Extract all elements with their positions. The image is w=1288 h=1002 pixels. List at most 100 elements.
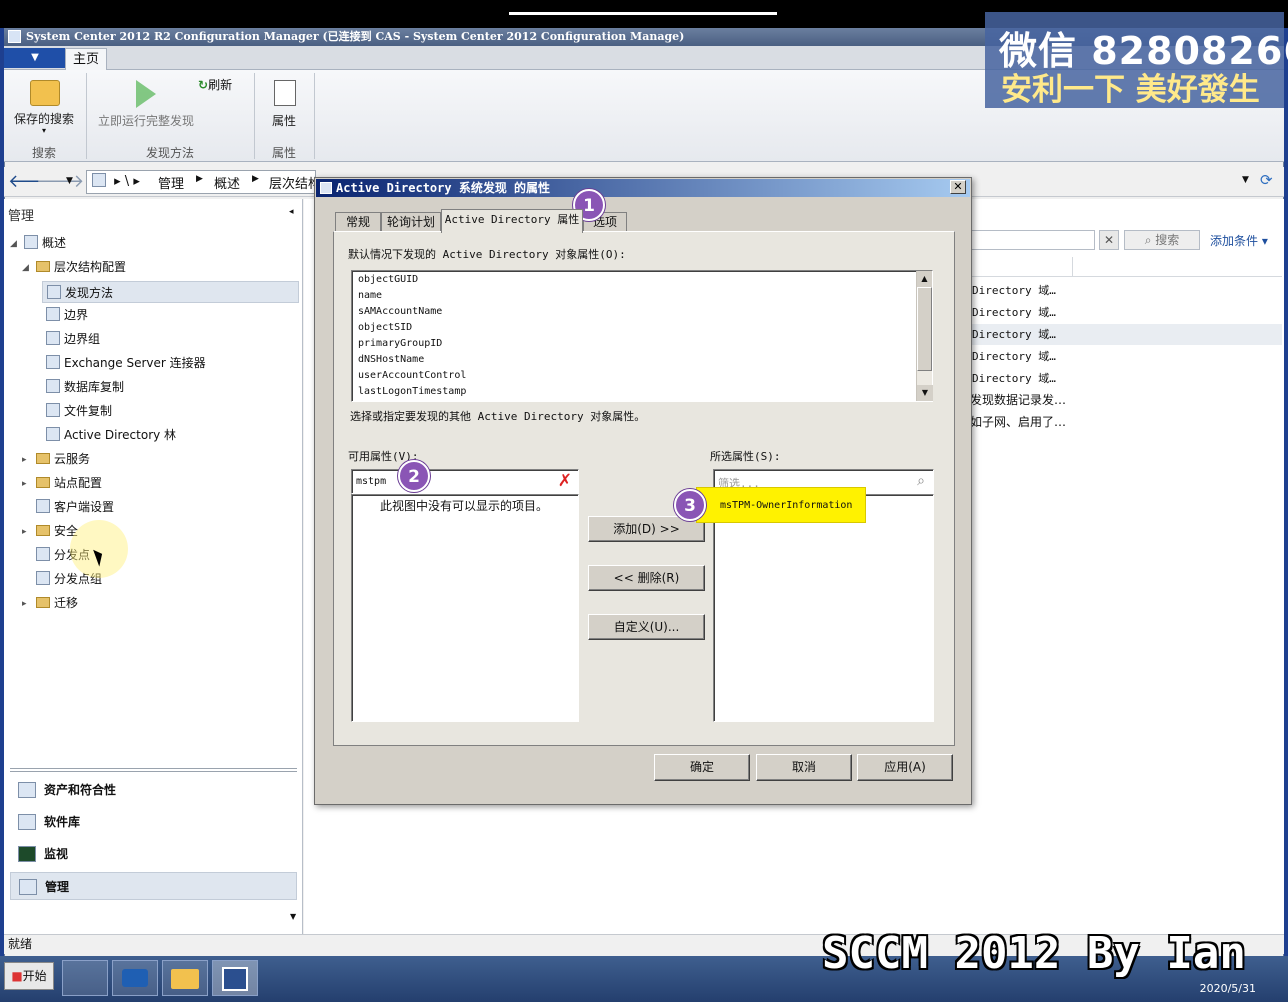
tab-polling-schedule[interactable]: 轮询计划 [381, 212, 441, 232]
taskbar-config-manager[interactable] [212, 960, 258, 996]
default-attr-item[interactable]: lastLogonTimestamp [358, 386, 466, 397]
empty-list-text: 此视图中没有可以显示的项目。 [380, 499, 549, 513]
chevron-down-icon: ▾ [42, 126, 47, 135]
workspace-administration[interactable]: 管理 [10, 872, 297, 900]
workspace-splitter[interactable] [10, 768, 297, 772]
close-icon[interactable]: ✕ [950, 180, 966, 194]
apply-button[interactable]: 应用(A) [857, 754, 953, 781]
step-badge-2: 2 [398, 460, 430, 492]
ribbon-separator [314, 73, 315, 159]
scroll-thumb[interactable] [917, 287, 932, 371]
clear-filter-icon[interactable]: ✗ [558, 471, 572, 491]
start-button[interactable]: ■开始 [4, 962, 54, 990]
saved-search-label: 保存的搜索 [14, 112, 75, 126]
nav-boundaries[interactable]: 边界 [46, 304, 88, 326]
workspace-assets[interactable]: 资产和符合性 [10, 776, 297, 804]
breadcrumb-overview[interactable]: 概述 [214, 173, 240, 192]
nav-client-settings[interactable]: 客户端设置 [36, 496, 114, 518]
cancel-button[interactable]: 取消 [756, 754, 852, 781]
search-button[interactable]: ⌕ 搜索 [1124, 230, 1200, 250]
group-search-label: 搜索 [32, 146, 57, 160]
default-attr-item[interactable]: name [358, 290, 382, 301]
add-criteria-link[interactable]: 添加条件 ▾ [1210, 232, 1268, 249]
default-attr-item[interactable]: primaryGroupID [358, 338, 442, 349]
default-attr-item[interactable]: userAccountControl [358, 370, 466, 381]
list-item[interactable]: 如子网、启用了… [970, 412, 1280, 433]
selected-attrs-list[interactable] [713, 494, 934, 722]
default-attr-item[interactable]: sAMAccountName [358, 306, 442, 317]
nav-pane-title: 管理 [8, 209, 35, 224]
workspace-software-library[interactable]: 软件库 [10, 808, 297, 836]
tab-general[interactable]: 常规 [335, 212, 381, 232]
nav-database-replication[interactable]: 数据库复制 [46, 376, 124, 398]
list-header [972, 257, 1282, 277]
ribbon-separator [254, 73, 255, 159]
nav-hierarchy-config[interactable]: 层次结构配置 [36, 256, 126, 278]
scroll-down-icon[interactable]: ▼ [917, 385, 933, 401]
run-discovery-button[interactable]: 立即运行完整发现 [94, 76, 204, 132]
overview-icon [24, 235, 38, 249]
discovery-icon [47, 285, 61, 299]
address-dropdown-icon[interactable]: ▼ [1242, 175, 1249, 185]
list-item[interactable]: Directory 域… [972, 302, 1282, 323]
search-box[interactable] [970, 230, 1095, 250]
list-item[interactable]: Directory 域… [972, 368, 1282, 389]
folder-icon [36, 261, 50, 272]
custom-button[interactable]: 自定义(U)... [588, 614, 705, 640]
watermark: 微信 82808266 安利一下 美好發生 [985, 12, 1288, 108]
select-hint: 选择或指定要发现的其他 Active Directory 对象属性。 [350, 410, 646, 423]
workspace-monitoring[interactable]: 监视 [10, 840, 297, 868]
available-filter-input[interactable]: mstpm ✗ [351, 469, 579, 494]
dialog-title: Active Directory 系统发现 的属性 [316, 179, 970, 197]
default-attrs-list[interactable]: objectGUID name sAMAccountName objectSID… [351, 270, 933, 402]
list-item[interactable]: Directory 域… [972, 280, 1282, 301]
properties-button[interactable]: 属性 [262, 76, 308, 132]
nav-boundary-groups[interactable]: 边界组 [46, 328, 100, 350]
scroll-up-icon[interactable]: ▲ [917, 271, 932, 287]
taskbar-explorer[interactable] [162, 960, 208, 996]
clear-search-icon[interactable]: ✕ [1099, 230, 1119, 250]
taskbar-powershell[interactable] [112, 960, 158, 996]
ok-button[interactable]: 确定 [654, 754, 750, 781]
collapse-pane-icon[interactable]: ◂ [289, 207, 294, 217]
selected-attr-item[interactable]: msTPM-OwnerInformation [696, 487, 866, 523]
refresh-address-icon[interactable]: ⟳ [1260, 171, 1273, 189]
exchange-icon [46, 355, 60, 369]
default-attr-item[interactable]: dNSHostName [358, 354, 424, 365]
forward-arrow-icon[interactable]: 🡒 [36, 171, 84, 192]
nav-site-config[interactable]: 站点配置 [36, 472, 102, 494]
saved-search-button[interactable]: 保存的搜索 ▾ [10, 76, 80, 136]
tab-home[interactable]: 主页 [65, 48, 107, 71]
search-icon: ⌕ [1144, 233, 1156, 247]
saved-search-icon [30, 80, 60, 106]
breadcrumb-admin[interactable]: 管理 [158, 173, 184, 192]
tab-ad-attributes[interactable]: Active Directory 属性 [441, 209, 583, 233]
taskbar-server-manager[interactable] [62, 960, 108, 996]
nav-discovery-methods[interactable]: 发现方法 [42, 281, 299, 303]
remove-button[interactable]: << 删除(R) [588, 565, 705, 591]
nav-exchange-connector[interactable]: Exchange Server 连接器 [46, 352, 206, 374]
list-item[interactable]: Directory 域… [972, 324, 1282, 345]
status-text: 就绪 [8, 937, 33, 951]
history-dropdown-icon[interactable]: ▼ [66, 176, 73, 186]
nav-cloud-services[interactable]: 云服务 [36, 448, 90, 470]
software-library-icon [18, 814, 36, 830]
administration-icon [19, 879, 37, 895]
default-attr-item[interactable]: objectSID [358, 322, 412, 333]
nav-migration[interactable]: 迁移 [36, 592, 78, 614]
assets-icon [18, 782, 36, 798]
scrollbar[interactable]: ▲ ▼ [916, 271, 933, 401]
breadcrumb-hierarchy[interactable]: 层次结构 [269, 173, 315, 192]
nav-tree: ◢ 概述 ◢ 层次结构配置 发现方法 边界 边界组 Exchange Serve… [4, 232, 303, 612]
default-attr-item[interactable]: objectGUID [358, 274, 418, 285]
list-item[interactable]: Directory 域… [972, 346, 1282, 367]
nav-file-replication[interactable]: 文件复制 [46, 400, 112, 422]
nav-overview[interactable]: 概述 [24, 232, 66, 254]
list-item[interactable]: 发现数据记录发… [970, 390, 1280, 411]
more-workspaces-icon[interactable]: ▼ [290, 912, 296, 921]
distribution-point-icon [36, 547, 50, 561]
nav-ad-forests[interactable]: Active Directory 林 [46, 424, 176, 446]
refresh-button[interactable]: ↻刷新 [198, 76, 246, 94]
available-attrs-list[interactable]: 此视图中没有可以显示的项目。 [351, 494, 579, 722]
app-menu-button[interactable]: ▼ [4, 48, 66, 68]
